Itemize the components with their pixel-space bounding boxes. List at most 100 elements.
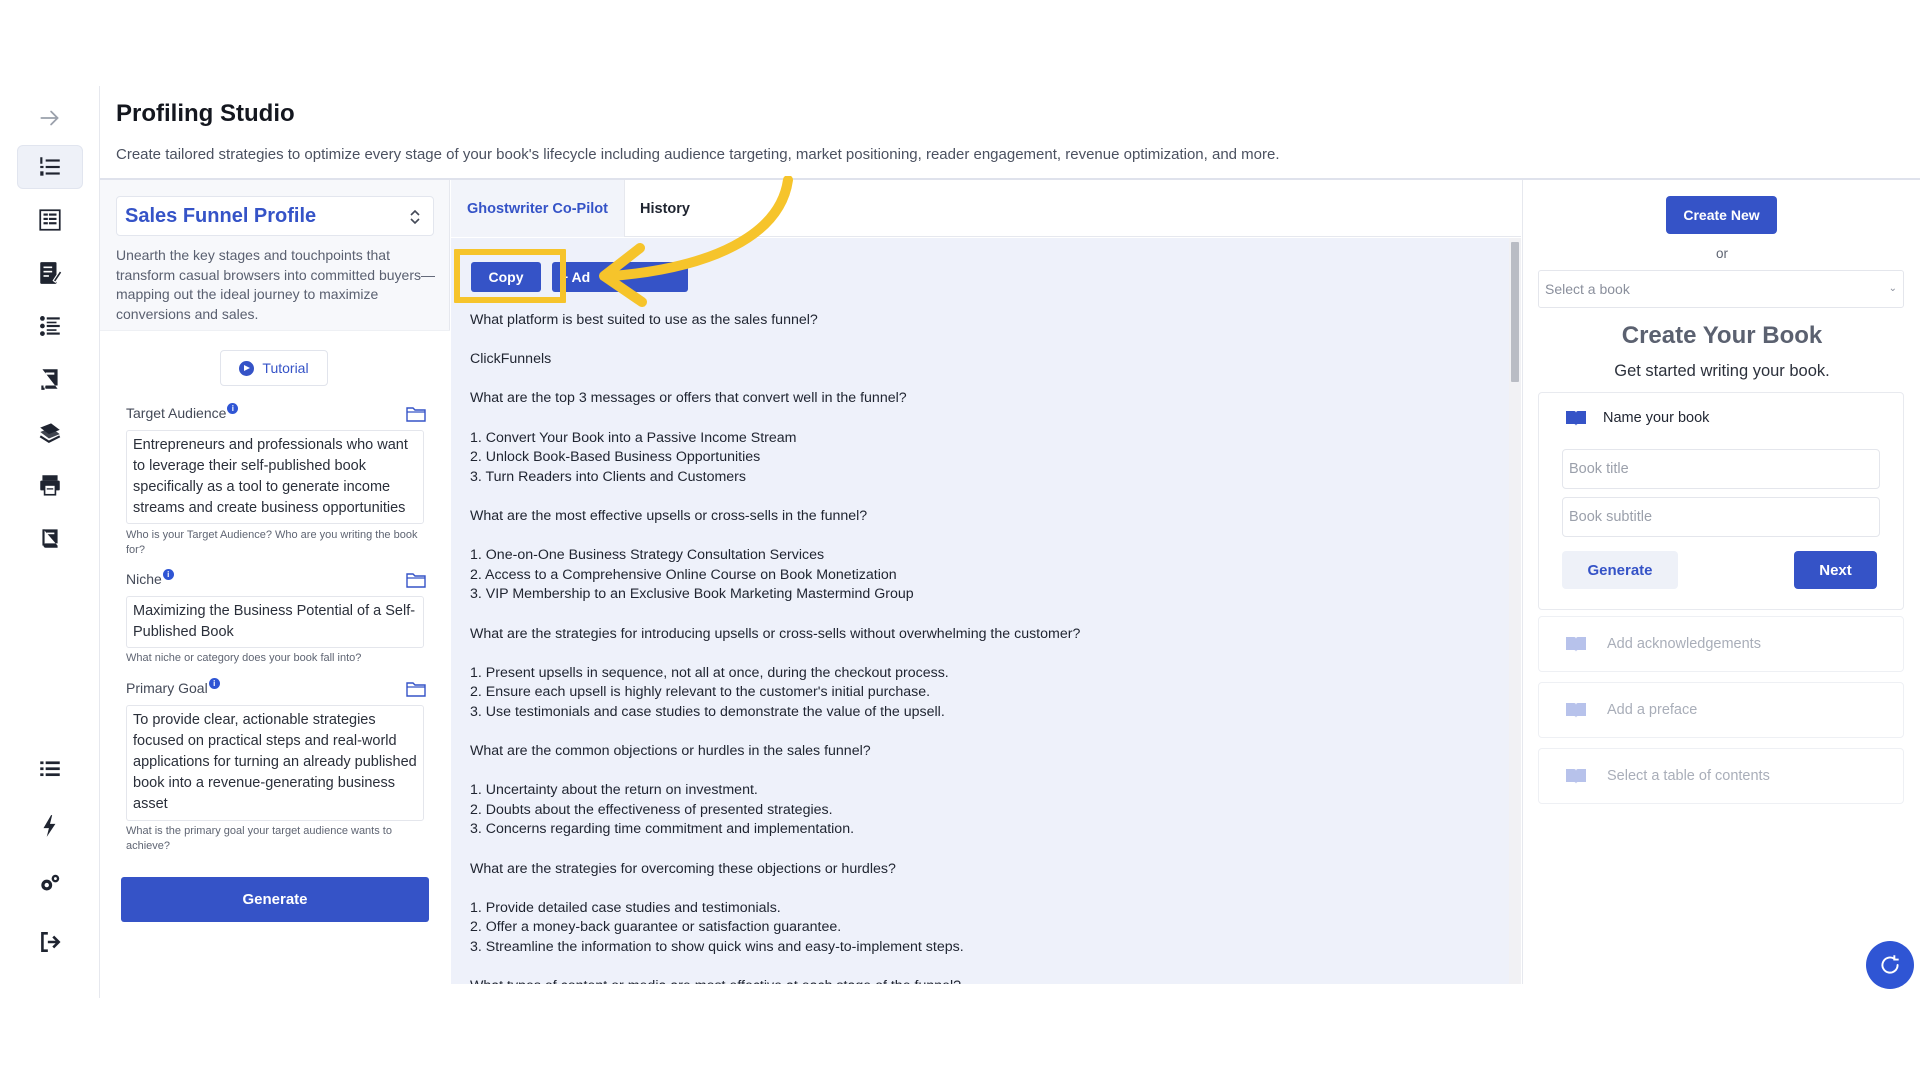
sidebar-item-outline[interactable] xyxy=(17,304,83,348)
app: Profiling Studio Create tailored strateg… xyxy=(0,0,1920,1080)
play-icon xyxy=(239,360,255,376)
step-preface[interactable]: Add a preface xyxy=(1538,682,1904,738)
select-book-placeholder: Select a book xyxy=(1545,281,1630,297)
target-audience-label: Target Audience i xyxy=(126,403,239,421)
annotation-arrow-icon xyxy=(599,176,793,307)
content-line: 3. VIP Membership to an Exclusive Book M… xyxy=(470,586,914,603)
target-audience-field[interactable]: Entrepreneurs and professionals who want… xyxy=(126,430,424,524)
step-acknowledgements[interactable]: Add acknowledgements xyxy=(1538,616,1904,672)
content-line: 1. Uncertainty about the return on inves… xyxy=(470,782,758,799)
select-book-dropdown[interactable]: Select a book ⌄ xyxy=(1538,270,1904,308)
sidebar-item-ebook[interactable] xyxy=(17,516,83,560)
content-line xyxy=(470,527,1510,547)
open-book-icon xyxy=(1566,769,1586,784)
name-book-header: Name your book xyxy=(1565,409,1709,427)
sidebar-item-editor[interactable] xyxy=(17,251,83,295)
content-line: What are the common objections or hurdle… xyxy=(470,743,871,760)
gears-icon xyxy=(41,874,60,891)
content-line xyxy=(470,762,1510,782)
niche-field[interactable]: Maximizing the Business Potential of a S… xyxy=(126,596,424,648)
name-book-card: Name your book Book title Book subtitle … xyxy=(1538,392,1904,610)
folder-icon[interactable] xyxy=(406,406,426,422)
create-new-button[interactable]: Create New xyxy=(1666,196,1777,234)
open-book-icon xyxy=(1566,411,1586,426)
content-line xyxy=(470,605,1510,625)
info-icon[interactable]: i xyxy=(162,569,174,580)
step-label: Add acknowledgements xyxy=(1607,636,1761,652)
content-line: 1. Provide detailed case studies and tes… xyxy=(470,899,781,916)
book-panel: Create New or Select a book ⌄ Create You… xyxy=(1522,180,1920,984)
content-line: 2. Unlock Book-Based Business Opportunit… xyxy=(470,449,761,466)
content-line: What platform is best suited to use as t… xyxy=(470,312,818,328)
expand-sidebar-button[interactable] xyxy=(17,96,83,140)
menu-list-icon xyxy=(40,761,60,777)
content-line xyxy=(470,370,1510,390)
name-book-label: Name your book xyxy=(1603,410,1710,426)
logout-icon xyxy=(41,932,61,952)
sidebar-item-logout[interactable] xyxy=(17,920,83,964)
target-audience-label-text: Target Audience xyxy=(126,405,227,421)
niche-label-text: Niche xyxy=(126,571,162,587)
sidebar-item-profiling[interactable] xyxy=(17,145,83,189)
profile-selector[interactable]: Sales Funnel Profile xyxy=(116,196,434,236)
sidebar-item-library[interactable] xyxy=(17,410,83,454)
sidebar-item-quick[interactable] xyxy=(17,804,83,848)
book-stand-icon xyxy=(41,369,58,390)
book-title-input[interactable]: Book title xyxy=(1562,449,1880,489)
primary-goal-field[interactable]: To provide clear, actionable strategies … xyxy=(126,705,424,821)
content-line: 3. Use testimonials and case studies to … xyxy=(470,703,945,720)
info-icon[interactable]: i xyxy=(227,403,239,414)
target-audience-help: Who is your Target Audience? Who are you… xyxy=(126,529,418,556)
sidebar-item-books[interactable] xyxy=(17,198,83,242)
tutorial-button[interactable]: Tutorial xyxy=(220,350,328,386)
sidebar-item-menu[interactable] xyxy=(17,747,83,791)
or-divider-label: or xyxy=(1715,246,1728,261)
content-line: 3. Streamline the information to show qu… xyxy=(470,939,964,955)
step-table-of-contents[interactable]: Select a table of contents xyxy=(1538,748,1904,804)
open-book-icon xyxy=(1566,637,1586,652)
page-title: Profiling Studio xyxy=(116,100,295,127)
sidebar-item-publish[interactable] xyxy=(17,357,83,401)
folder-icon[interactable] xyxy=(406,681,426,697)
content-line xyxy=(470,409,1510,429)
content-line: What are the most effective upsells or c… xyxy=(470,507,868,524)
content-scrollbar[interactable] xyxy=(1509,238,1521,984)
edit-doc-icon xyxy=(40,262,63,284)
content-line xyxy=(470,958,1510,978)
arrow-right-icon xyxy=(40,110,59,126)
sidebar-item-settings[interactable] xyxy=(17,862,83,906)
open-book-icon xyxy=(1566,703,1586,718)
sidebar-item-print[interactable] xyxy=(17,463,83,507)
book-subtitle-input[interactable]: Book subtitle xyxy=(1562,497,1880,537)
scrollbar-thumb[interactable] xyxy=(1511,242,1519,382)
profile-description: Unearth the key stages and touchpoints t… xyxy=(116,247,435,322)
content-line: 1. Present upsells in sequence, not all … xyxy=(470,664,949,681)
printer-icon xyxy=(40,475,60,496)
content-line: 2. Ensure each upsell is highly relevant… xyxy=(470,684,931,701)
book-closed-icon xyxy=(42,529,58,548)
content-line: 1. One-on-One Business Strategy Consulta… xyxy=(470,547,825,564)
step-label: Add a preface xyxy=(1607,702,1698,718)
content-line: 3. Turn Readers into Clients and Custome… xyxy=(470,468,746,485)
info-icon[interactable]: i xyxy=(208,678,220,689)
content-line xyxy=(470,879,1510,899)
list-ordered-icon xyxy=(40,316,60,336)
primary-goal-label-text: Primary Goal xyxy=(126,680,208,696)
content-line: What are the strategies for overcoming t… xyxy=(470,860,896,877)
create-book-title: Create Your Book xyxy=(1621,322,1823,349)
content-line: What types of content or media are most … xyxy=(470,977,1510,984)
sidebar xyxy=(0,86,100,998)
content-line: What are the top 3 messages or offers th… xyxy=(470,390,907,407)
content-line xyxy=(470,644,1510,664)
generate-book-button[interactable]: Generate xyxy=(1562,551,1678,589)
generate-profile-button[interactable]: Generate xyxy=(121,877,429,922)
book-outline-icon xyxy=(39,209,61,231)
chevron-up-down-icon xyxy=(410,209,420,225)
help-chat-button[interactable] xyxy=(1866,941,1914,989)
folder-icon[interactable] xyxy=(406,572,426,588)
next-button[interactable]: Next xyxy=(1794,551,1877,589)
content-line: 2. Doubts about the effectiveness of pre… xyxy=(470,801,833,818)
niche-help: What niche or category does your book fa… xyxy=(126,652,362,664)
content-line xyxy=(470,722,1510,742)
generated-text: What platform is best suited to use as t… xyxy=(470,311,1510,984)
